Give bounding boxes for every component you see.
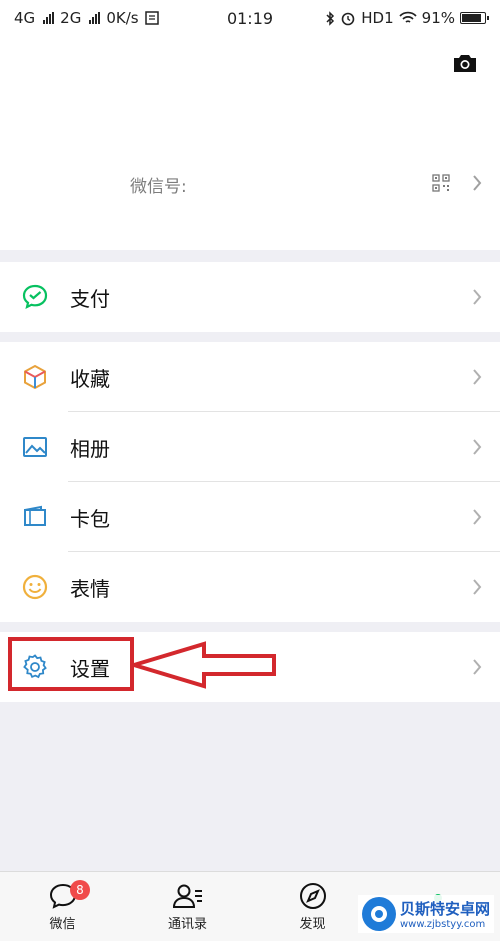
- pay-icon: [20, 282, 50, 312]
- watermark-title: 贝斯特安卓网: [399, 900, 490, 918]
- tab-chats[interactable]: 8 微信: [0, 872, 125, 941]
- menu-item-favorites[interactable]: 收藏: [0, 342, 500, 412]
- tab-label: 发现: [299, 917, 326, 932]
- highlight-box-annotation: [8, 637, 134, 691]
- card-wallet-icon: [20, 502, 50, 532]
- network-speed: 0K/s: [106, 9, 139, 27]
- compass-icon: [298, 881, 328, 911]
- pay-section: 支付: [0, 262, 500, 332]
- chevron-right-icon: [473, 659, 482, 675]
- tab-label: 微信: [49, 917, 76, 932]
- contacts-icon: [171, 881, 205, 911]
- camera-icon[interactable]: [452, 52, 478, 74]
- hd-indicator: HD1: [361, 9, 394, 27]
- profile-header[interactable]: 微信号:: [0, 36, 500, 250]
- menu-item-label: 表情: [70, 576, 110, 601]
- wechat-id-label: 微信号:: [130, 177, 187, 197]
- album-icon: [20, 432, 50, 462]
- battery-icon: [460, 12, 489, 24]
- chevron-right-icon: [473, 369, 482, 385]
- qr-code-icon[interactable]: [432, 174, 450, 192]
- status-bar: 4G 2G 0K/s 01:19 HD1 91%: [0, 0, 500, 36]
- menu-item-label: 卡包: [70, 506, 110, 531]
- watermark-url: www.zjbstyy.com: [399, 919, 486, 930]
- signal-icon: [43, 12, 55, 24]
- menu-item-album[interactable]: 相册: [0, 412, 500, 482]
- menu-item-stickers[interactable]: 表情: [0, 552, 500, 622]
- clock: 01:19: [226, 8, 274, 28]
- menu-item-label: 相册: [70, 436, 110, 461]
- bluetooth-icon: [326, 10, 335, 26]
- network-4g: 4G: [14, 9, 36, 27]
- features-section: 收藏 相册 卡包 表情: [0, 342, 500, 622]
- battery-percent: 91%: [421, 9, 455, 27]
- watermark-logo-icon: [361, 897, 396, 931]
- network-2g: 2G: [60, 9, 82, 27]
- chevron-right-icon: [473, 289, 482, 305]
- menu-item-label: 支付: [70, 286, 110, 311]
- wifi-icon: [399, 11, 417, 23]
- menu-item-cards[interactable]: 卡包: [0, 482, 500, 552]
- chevron-right-icon: [473, 175, 482, 191]
- alarm-icon: [341, 12, 355, 26]
- smiley-icon: [20, 572, 50, 602]
- tab-label: 通讯录: [167, 917, 207, 932]
- menu-item-pay[interactable]: 支付: [0, 262, 500, 332]
- watermark: 贝斯特安卓网 www.zjbstyy.com: [357, 895, 494, 933]
- favorites-icon: [20, 362, 50, 392]
- chevron-right-icon: [473, 579, 482, 595]
- left-arrow-annotation: [130, 641, 276, 689]
- chevron-right-icon: [473, 509, 482, 525]
- menu-item-label: 收藏: [70, 366, 110, 391]
- chevron-right-icon: [473, 439, 482, 455]
- tab-contacts[interactable]: 通讯录: [125, 872, 250, 941]
- notification-icon: [144, 11, 159, 25]
- signal-icon-2: [89, 12, 101, 24]
- tab-discover[interactable]: 发现: [250, 872, 375, 941]
- unread-badge: 8: [70, 880, 90, 900]
